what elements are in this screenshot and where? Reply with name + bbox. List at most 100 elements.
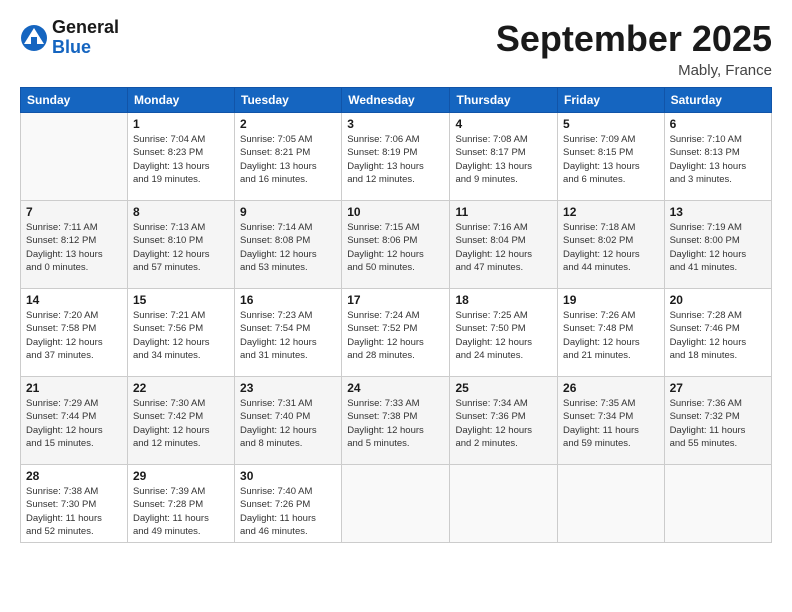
weekday-header-saturday: Saturday	[664, 88, 771, 113]
calendar-cell: 6 Sunrise: 7:10 AM Sunset: 8:13 PM Daylig…	[664, 113, 771, 201]
day-info: Sunrise: 7:40 AM Sunset: 7:26 PM Dayligh…	[240, 485, 336, 538]
calendar-cell: 17Sunrise: 7:24 AM Sunset: 7:52 PM Dayli…	[342, 289, 450, 377]
calendar-cell: 1 Sunrise: 7:04 AM Sunset: 8:23 PM Daylig…	[127, 113, 234, 201]
calendar-cell: 20 Sunrise: 7:28 AM Sunset: 7:46 PM Dayli…	[664, 289, 771, 377]
weekday-header-sunday: Sunday	[21, 88, 128, 113]
day-number: 1	[133, 117, 229, 131]
weekday-header-wednesday: Wednesday	[342, 88, 450, 113]
location: Mably, France	[496, 62, 772, 79]
day-number: 13	[670, 205, 766, 219]
calendar-cell: 15 Sunrise: 7:21 AM Sunset: 7:56 PM Dayli…	[127, 289, 234, 377]
day-info: Sunrise: 7:08 AM Sunset: 8:17 PM Dayligh…	[455, 133, 552, 186]
calendar-cell: 8 Sunrise: 7:13 AM Sunset: 8:10 PM Daylig…	[127, 201, 234, 289]
weekday-header-thursday: Thursday	[450, 88, 558, 113]
day-info: Sunrise: 7:09 AM Sunset: 8:15 PM Dayligh…	[563, 133, 659, 186]
day-info: Sunrise: 7:36 AM Sunset: 7:32 PM Dayligh…	[670, 397, 766, 450]
calendar-cell	[342, 465, 450, 543]
day-info: Sunrise: 7:23 AM Sunset: 7:54 PM Dayligh…	[240, 309, 336, 362]
day-info: Sunrise: 7:35 AM Sunset: 7:34 PM Dayligh…	[563, 397, 659, 450]
day-info: Sunrise: 7:30 AM Sunset: 7:42 PM Dayligh…	[133, 397, 229, 450]
day-number: 2	[240, 117, 336, 131]
day-info: Sunrise: 7:33 AM Sunset: 7:38 PM Dayligh…	[347, 397, 444, 450]
day-info: Sunrise: 7:15 AM Sunset: 8:06 PM Dayligh…	[347, 221, 444, 274]
day-info: Sunrise: 7:13 AM Sunset: 8:10 PM Dayligh…	[133, 221, 229, 274]
calendar-cell: 28 Sunrise: 7:38 AM Sunset: 7:30 PM Dayli…	[21, 465, 128, 543]
logo: General Blue	[20, 18, 119, 58]
day-number: 28	[26, 469, 122, 483]
day-info: Sunrise: 7:21 AM Sunset: 7:56 PM Dayligh…	[133, 309, 229, 362]
calendar-cell: 19 Sunrise: 7:26 AM Sunset: 7:48 PM Dayli…	[558, 289, 665, 377]
calendar-cell: 29 Sunrise: 7:39 AM Sunset: 7:28 PM Dayli…	[127, 465, 234, 543]
calendar-cell: 5 Sunrise: 7:09 AM Sunset: 8:15 PM Daylig…	[558, 113, 665, 201]
day-info: Sunrise: 7:26 AM Sunset: 7:48 PM Dayligh…	[563, 309, 659, 362]
day-info: Sunrise: 7:28 AM Sunset: 7:46 PM Dayligh…	[670, 309, 766, 362]
calendar-header-row: SundayMondayTuesdayWednesdayThursdayFrid…	[21, 88, 772, 113]
day-number: 7	[26, 205, 122, 219]
day-number: 10	[347, 205, 444, 219]
day-number: 21	[26, 381, 122, 395]
calendar-cell: 14 Sunrise: 7:20 AM Sunset: 7:58 PM Dayli…	[21, 289, 128, 377]
day-number: 27	[670, 381, 766, 395]
calendar-cell: 25 Sunrise: 7:34 AM Sunset: 7:36 PM Dayli…	[450, 377, 558, 465]
day-info: Sunrise: 7:11 AM Sunset: 8:12 PM Dayligh…	[26, 221, 122, 274]
calendar-cell: 18Sunrise: 7:25 AM Sunset: 7:50 PM Dayli…	[450, 289, 558, 377]
day-number: 22	[133, 381, 229, 395]
logo-text: General Blue	[52, 18, 119, 58]
calendar-cell: 9 Sunrise: 7:14 AM Sunset: 8:08 PM Daylig…	[235, 201, 342, 289]
day-number: 29	[133, 469, 229, 483]
day-info: Sunrise: 7:19 AM Sunset: 8:00 PM Dayligh…	[670, 221, 766, 274]
calendar-cell	[664, 465, 771, 543]
month-title: September 2025	[496, 18, 772, 60]
calendar-cell: 30 Sunrise: 7:40 AM Sunset: 7:26 PM Dayli…	[235, 465, 342, 543]
day-number: 20	[670, 293, 766, 307]
day-info: Sunrise: 7:31 AM Sunset: 7:40 PM Dayligh…	[240, 397, 336, 450]
calendar-cell: 26 Sunrise: 7:35 AM Sunset: 7:34 PM Dayli…	[558, 377, 665, 465]
day-number: 24	[347, 381, 444, 395]
day-number: 25	[455, 381, 552, 395]
calendar-cell: 21 Sunrise: 7:29 AM Sunset: 7:44 PM Dayli…	[21, 377, 128, 465]
calendar-cell: 24 Sunrise: 7:33 AM Sunset: 7:38 PM Dayli…	[342, 377, 450, 465]
calendar-cell: 23 Sunrise: 7:31 AM Sunset: 7:40 PM Dayli…	[235, 377, 342, 465]
calendar-cell: 10 Sunrise: 7:15 AM Sunset: 8:06 PM Dayli…	[342, 201, 450, 289]
day-number: 9	[240, 205, 336, 219]
day-info: Sunrise: 7:04 AM Sunset: 8:23 PM Dayligh…	[133, 133, 229, 186]
day-number: 23	[240, 381, 336, 395]
calendar-cell: 13 Sunrise: 7:19 AM Sunset: 8:00 PM Dayli…	[664, 201, 771, 289]
day-info: Sunrise: 7:38 AM Sunset: 7:30 PM Dayligh…	[26, 485, 122, 538]
day-info: Sunrise: 7:29 AM Sunset: 7:44 PM Dayligh…	[26, 397, 122, 450]
calendar-cell	[21, 113, 128, 201]
day-number: 16	[240, 293, 336, 307]
day-info: Sunrise: 7:20 AM Sunset: 7:58 PM Dayligh…	[26, 309, 122, 362]
day-number: 11	[455, 205, 552, 219]
day-info: Sunrise: 7:34 AM Sunset: 7:36 PM Dayligh…	[455, 397, 552, 450]
calendar-cell: 7 Sunrise: 7:11 AM Sunset: 8:12 PM Daylig…	[21, 201, 128, 289]
day-info: Sunrise: 7:16 AM Sunset: 8:04 PM Dayligh…	[455, 221, 552, 274]
day-info: Sunrise: 7:39 AM Sunset: 7:28 PM Dayligh…	[133, 485, 229, 538]
day-number: 26	[563, 381, 659, 395]
calendar-cell: 12Sunrise: 7:18 AM Sunset: 8:02 PM Dayli…	[558, 201, 665, 289]
day-info: Sunrise: 7:10 AM Sunset: 8:13 PM Dayligh…	[670, 133, 766, 186]
weekday-header-tuesday: Tuesday	[235, 88, 342, 113]
day-info: Sunrise: 7:05 AM Sunset: 8:21 PM Dayligh…	[240, 133, 336, 186]
day-number: 4	[455, 117, 552, 131]
calendar-cell: 2 Sunrise: 7:05 AM Sunset: 8:21 PM Daylig…	[235, 113, 342, 201]
title-block: September 2025 Mably, France	[496, 18, 772, 79]
logo-icon	[20, 24, 48, 52]
calendar-cell	[450, 465, 558, 543]
page-header: General Blue September 2025 Mably, Franc…	[20, 18, 772, 79]
day-info: Sunrise: 7:18 AM Sunset: 8:02 PM Dayligh…	[563, 221, 659, 274]
day-info: Sunrise: 7:06 AM Sunset: 8:19 PM Dayligh…	[347, 133, 444, 186]
calendar-cell: 3Sunrise: 7:06 AM Sunset: 8:19 PM Daylig…	[342, 113, 450, 201]
day-info: Sunrise: 7:14 AM Sunset: 8:08 PM Dayligh…	[240, 221, 336, 274]
day-number: 30	[240, 469, 336, 483]
day-info: Sunrise: 7:24 AM Sunset: 7:52 PM Dayligh…	[347, 309, 444, 362]
weekday-header-monday: Monday	[127, 88, 234, 113]
day-number: 19	[563, 293, 659, 307]
day-info: Sunrise: 7:25 AM Sunset: 7:50 PM Dayligh…	[455, 309, 552, 362]
day-number: 6	[670, 117, 766, 131]
day-number: 5	[563, 117, 659, 131]
day-number: 14	[26, 293, 122, 307]
day-number: 15	[133, 293, 229, 307]
day-number: 8	[133, 205, 229, 219]
calendar-cell: 4 Sunrise: 7:08 AM Sunset: 8:17 PM Daylig…	[450, 113, 558, 201]
